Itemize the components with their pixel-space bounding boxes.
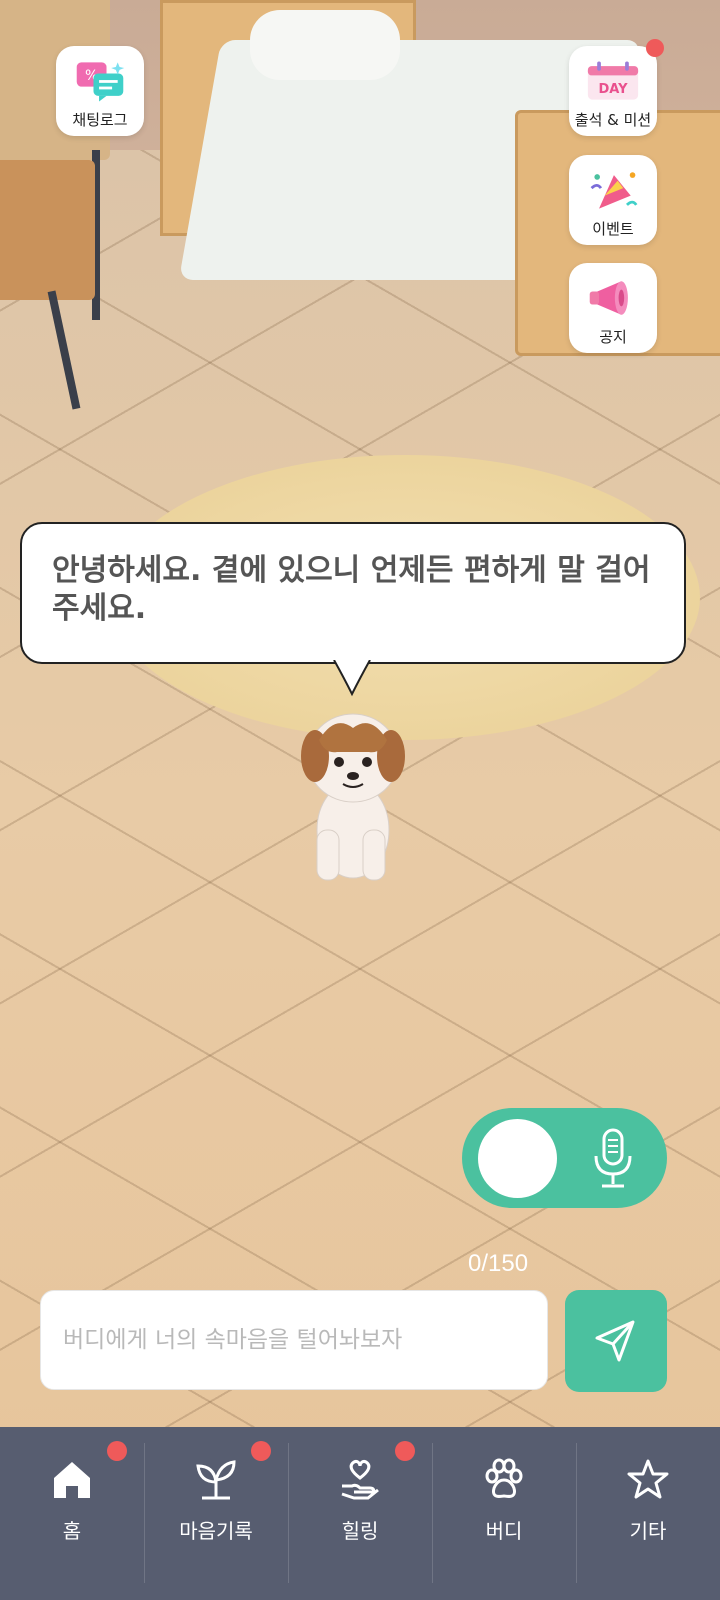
voice-mode-toggle[interactable] bbox=[462, 1108, 667, 1208]
healing-notification-dot bbox=[395, 1441, 415, 1461]
star-icon bbox=[623, 1455, 673, 1505]
home-icon bbox=[47, 1455, 97, 1505]
home-notification-dot bbox=[107, 1441, 127, 1461]
character-count: 0/150 bbox=[468, 1250, 529, 1277]
calendar-day-text: DAY bbox=[598, 82, 628, 97]
party-popper-icon bbox=[586, 166, 640, 214]
tab-more-label: 기타 bbox=[629, 1519, 667, 1543]
sprout-icon bbox=[191, 1455, 241, 1505]
speech-bubble-tail bbox=[333, 660, 371, 697]
chair bbox=[0, 160, 95, 300]
paw-icon bbox=[479, 1455, 529, 1505]
megaphone-icon bbox=[586, 274, 640, 322]
event-button[interactable]: 이벤트 bbox=[569, 155, 657, 245]
calendar-day-icon: DAY bbox=[586, 57, 640, 105]
notice-button[interactable]: 공지 bbox=[569, 263, 657, 353]
tab-buddy-label: 버디 bbox=[485, 1519, 523, 1543]
tab-home[interactable]: 홈 bbox=[0, 1427, 144, 1600]
message-input[interactable] bbox=[40, 1290, 548, 1390]
tab-buddy[interactable]: 버디 bbox=[432, 1427, 576, 1600]
bottom-tab-bar: 홈 마음기록 힐링 버디 기타 bbox=[0, 1427, 720, 1600]
speech-bubble: 안녕하세요. 곁에 있으니 언제든 편하게 말 걸어주세요. bbox=[20, 522, 686, 664]
chat-log-label: 채팅로그 bbox=[72, 111, 128, 129]
attendance-mission-label: 출석 & 미션 bbox=[574, 111, 652, 129]
toggle-knob bbox=[478, 1119, 557, 1198]
mind-record-notification-dot bbox=[251, 1441, 271, 1461]
send-button[interactable] bbox=[565, 1290, 667, 1392]
attendance-notification-dot bbox=[646, 39, 664, 57]
tab-mind-record[interactable]: 마음기록 bbox=[144, 1427, 288, 1600]
event-label: 이벤트 bbox=[592, 220, 634, 238]
chat-log-button[interactable]: % 채팅로그 bbox=[56, 46, 144, 136]
bed-pillow bbox=[250, 10, 400, 80]
tab-healing-label: 힐링 bbox=[341, 1519, 379, 1543]
attendance-mission-button[interactable]: DAY 출석 & 미션 bbox=[569, 46, 657, 136]
tab-healing[interactable]: 힐링 bbox=[288, 1427, 432, 1600]
heart-hand-icon bbox=[335, 1455, 385, 1505]
chat-log-icon: % bbox=[73, 57, 127, 105]
buddy-puppy[interactable] bbox=[295, 700, 415, 890]
tab-home-label: 홈 bbox=[62, 1519, 82, 1543]
speech-bubble-text: 안녕하세요. 곁에 있으니 언제든 편하게 말 걸어주세요. bbox=[52, 553, 651, 626]
tab-mind-record-label: 마음기록 bbox=[179, 1519, 253, 1543]
notice-label: 공지 bbox=[599, 328, 627, 346]
microphone-icon bbox=[594, 1128, 632, 1188]
tab-more[interactable]: 기타 bbox=[576, 1427, 720, 1600]
send-icon bbox=[595, 1320, 635, 1362]
